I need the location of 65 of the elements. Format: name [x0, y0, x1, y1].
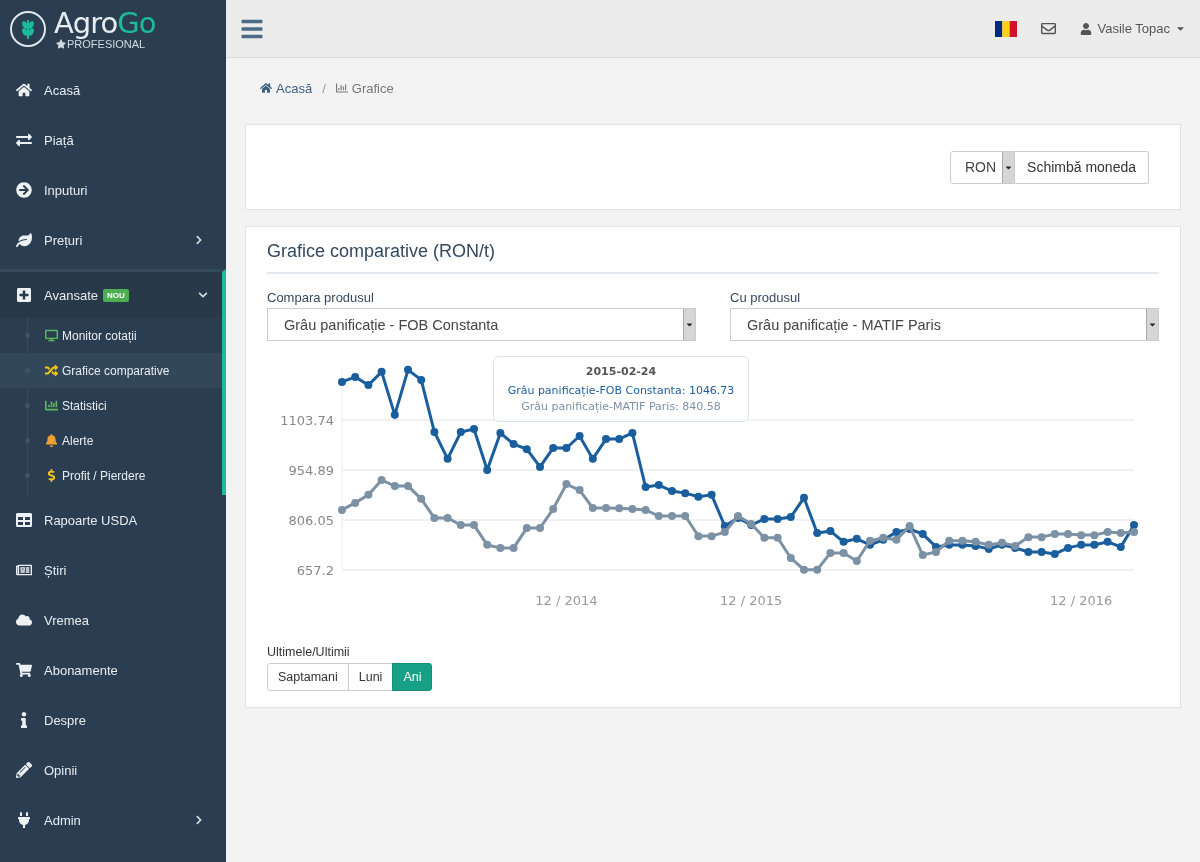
plug-icon — [16, 812, 32, 828]
breadcrumb-separator: / — [322, 80, 326, 96]
home-icon — [260, 82, 272, 94]
cloud-icon — [16, 612, 32, 628]
submenu-item[interactable]: Grafice comparative — [0, 353, 222, 388]
menu-item[interactable]: Acasă — [0, 65, 226, 115]
menu-item[interactable]: Avansate NOU — [0, 272, 222, 318]
product-select[interactable]: Grâu panificație - FOB Constanta — [267, 308, 696, 341]
tooltip-value: Grâu panificație-MATIF Paris: 840.58 — [521, 400, 721, 413]
user-menu[interactable]: Vasile Topac — [1080, 21, 1186, 36]
x-axis-label: 12 / 2014 — [535, 593, 598, 608]
tooltip-date: 2015-02-24 — [585, 365, 657, 378]
period-button[interactable]: Luni — [347, 663, 394, 691]
mail-icon[interactable] — [1041, 21, 1057, 36]
bell-icon — [45, 434, 58, 447]
bar-chart-icon — [335, 82, 348, 94]
pencil-icon — [16, 762, 32, 778]
x-axis-label: 12 / 2015 — [720, 593, 783, 608]
cart-icon — [16, 662, 32, 678]
monitor-icon — [45, 329, 58, 342]
bar-chart-icon — [45, 399, 58, 412]
panel-title: Grafice comparative (RON/t) — [267, 241, 1159, 274]
user-icon — [1080, 22, 1093, 35]
period-label: Ultimele/Ultimii — [267, 645, 351, 659]
star-icon — [56, 39, 66, 49]
menu-item[interactable]: Știri — [0, 545, 226, 595]
y-axis-label: 806.05 — [288, 513, 334, 528]
caret-icon — [685, 320, 694, 329]
y-axis-label: 1103.74 — [280, 413, 334, 428]
y-axis-label: 954.89 — [288, 463, 334, 478]
shuffle-icon — [45, 364, 58, 377]
period-button[interactable]: Saptamani — [267, 663, 349, 691]
menu-item[interactable]: Prețuri — [0, 215, 226, 265]
leaf-icon — [16, 232, 32, 248]
logo-icon — [10, 11, 46, 47]
breadcrumb-link[interactable]: Acasă — [260, 80, 313, 96]
menu-item[interactable]: Piață — [0, 115, 226, 165]
menu-item[interactable]: Vremea — [0, 595, 226, 645]
submenu-item[interactable]: Monitor cotații — [0, 318, 222, 353]
flag-icon[interactable] — [995, 20, 1018, 37]
menu-item[interactable]: Admin — [0, 795, 226, 845]
menu-item[interactable]: Despre — [0, 695, 226, 745]
home-icon — [16, 82, 32, 98]
change-currency-button[interactable]: Schimbă moneda — [1015, 150, 1149, 184]
product-select[interactable]: Grâu panificație - MATIF Paris — [730, 308, 1159, 341]
menu-item[interactable]: Inputuri — [0, 165, 226, 215]
caret-icon — [1148, 320, 1157, 329]
x-axis-label: 12 / 2016 — [1050, 593, 1113, 608]
field-label: Compara produsul — [267, 290, 375, 305]
menu-item[interactable]: Abonamente — [0, 645, 226, 695]
currency-select[interactable]: RON — [949, 150, 1016, 184]
tooltip-value: Grâu panificație-FOB Constanta: 1046.73 — [507, 384, 735, 397]
submenu-item[interactable]: Statistici — [0, 388, 222, 423]
arrows-icon — [16, 132, 32, 148]
table-icon — [16, 512, 32, 528]
newspaper-icon — [16, 562, 32, 578]
menu-item[interactable]: Opinii — [0, 745, 226, 795]
menu-item[interactable]: Rapoarte USDA — [0, 495, 226, 545]
y-axis-label: 657.2 — [296, 563, 334, 578]
breadcrumb-link[interactable]: Grafice — [335, 80, 394, 96]
submenu-item[interactable]: Profit / Pierdere — [0, 458, 222, 493]
field-label: Cu produsul — [730, 290, 802, 305]
coin-icon — [45, 469, 58, 482]
new-badge: NOU — [102, 288, 129, 302]
submenu-item[interactable]: Alerte — [0, 423, 222, 458]
